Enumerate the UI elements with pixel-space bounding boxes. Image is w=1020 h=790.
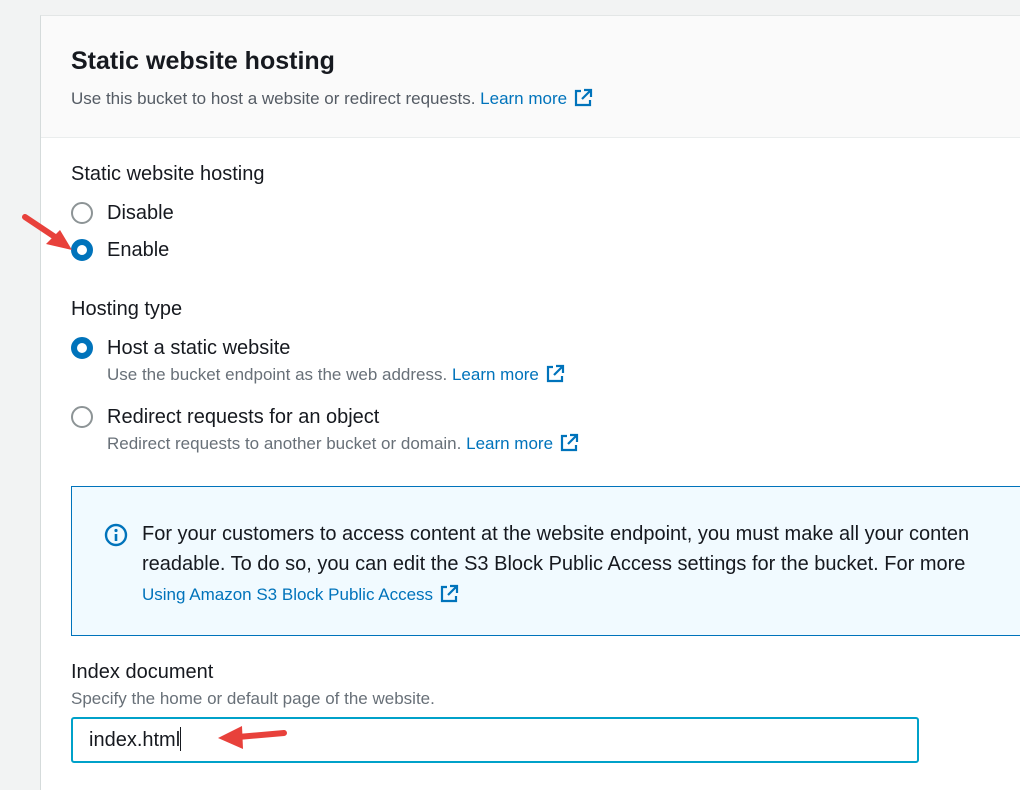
radio-host-static-label: Host a static website bbox=[107, 337, 291, 359]
info-alert: For your customers to access content at … bbox=[71, 486, 1020, 636]
radio-redirect-button[interactable] bbox=[71, 406, 93, 428]
learn-more-label: Learn more bbox=[480, 89, 568, 108]
external-link-icon bbox=[560, 433, 579, 452]
panel-description-text: Use this bucket to host a website or red… bbox=[71, 89, 476, 108]
host-static-description-text: Use the bucket endpoint as the web addre… bbox=[107, 365, 448, 384]
host-static-learn-more-link[interactable]: Learn more bbox=[451, 364, 565, 384]
learn-more-link[interactable]: Learn more bbox=[480, 88, 593, 108]
radio-disable-label: Disable bbox=[107, 202, 174, 224]
host-static-learn-more-label: Learn more bbox=[451, 365, 539, 384]
text-caret bbox=[180, 727, 182, 751]
radio-redirect-label: Redirect requests for an object bbox=[107, 406, 380, 428]
panel-title: Static website hosting bbox=[71, 47, 335, 75]
panel-header: Static website hosting Use this bucket t… bbox=[41, 16, 1020, 138]
radio-redirect-requests[interactable]: Redirect requests for an object Redirect… bbox=[71, 405, 579, 455]
annotation-arrow-enable bbox=[22, 214, 72, 250]
annotation-arrow-index bbox=[218, 726, 287, 749]
index-document-value: index.html bbox=[89, 729, 181, 751]
external-link-icon bbox=[440, 584, 459, 603]
radio-enable[interactable]: Enable bbox=[71, 238, 169, 262]
radio-disable[interactable]: Disable bbox=[71, 201, 174, 225]
radio-host-static-website[interactable]: Host a static website Use the bucket end… bbox=[71, 336, 565, 386]
info-alert-line-2: readable. To do so, you can edit the S3 … bbox=[142, 553, 966, 575]
radio-enable-label: Enable bbox=[107, 239, 170, 261]
hosting-section-label: Static website hosting bbox=[71, 163, 265, 185]
redirect-learn-more-label: Learn more bbox=[466, 434, 554, 453]
external-link-icon bbox=[574, 88, 593, 107]
radio-redirect-description: Redirect requests to another bucket or d… bbox=[107, 433, 579, 455]
info-alert-text: For your customers to access content at … bbox=[142, 519, 969, 635]
radio-host-static-description: Use the bucket endpoint as the web addre… bbox=[107, 364, 565, 386]
info-icon bbox=[104, 523, 128, 547]
index-document-label: Index document bbox=[71, 661, 214, 683]
redirect-description-text: Redirect requests to another bucket or d… bbox=[107, 434, 462, 453]
index-document-input[interactable]: index.html bbox=[71, 717, 919, 763]
hosting-type-label: Hosting type bbox=[71, 298, 183, 320]
block-public-access-label: Using Amazon S3 Block Public Access bbox=[142, 585, 434, 604]
static-website-hosting-panel: Static website hosting Use this bucket t… bbox=[40, 15, 1020, 790]
block-public-access-link[interactable]: Using Amazon S3 Block Public Access bbox=[142, 584, 459, 604]
index-document-description: Specify the home or default page of the … bbox=[71, 689, 435, 708]
info-alert-line-1: For your customers to access content at … bbox=[142, 523, 970, 545]
external-link-icon bbox=[546, 364, 564, 383]
panel-description: Use this bucket to host a website or red… bbox=[71, 88, 1020, 110]
radio-host-static-button[interactable] bbox=[71, 337, 93, 359]
redirect-learn-more-link[interactable]: Learn more bbox=[466, 433, 579, 453]
